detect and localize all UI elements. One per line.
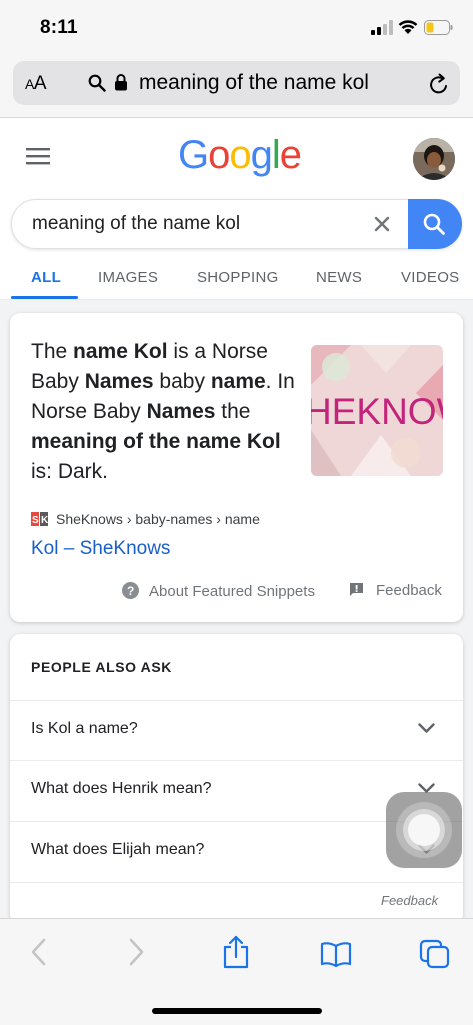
svg-text:K: K [41, 515, 48, 526]
snippet-bold-text: meaning of the name Kol [31, 430, 281, 453]
snippet-thumbnail[interactable]: HEKNOW [311, 345, 443, 476]
snippet-feedback[interactable]: Feedback [349, 582, 442, 599]
chrome-divider [0, 117, 473, 118]
cellular-signal-icon [371, 20, 393, 35]
svg-text:S: S [32, 515, 39, 526]
search-icon [423, 213, 445, 235]
logo-letter: l [271, 133, 281, 177]
tab-news[interactable]: NEWS [316, 269, 362, 286]
featured-snippet-card: The name Kol is a Norse Baby Names baby … [10, 313, 463, 622]
bookmarks-icon[interactable] [320, 941, 352, 967]
back-icon[interactable] [29, 937, 47, 967]
google-logo[interactable]: Google [178, 133, 302, 178]
tab-images[interactable]: IMAGES [98, 269, 158, 286]
logo-letter: g [250, 133, 273, 177]
search-query[interactable]: meaning of the name kol [32, 213, 240, 235]
wifi-icon [398, 20, 418, 34]
snippet-bold-text: Names [146, 400, 216, 423]
sheknows-favicon-icon: S K [31, 512, 48, 526]
search-tabs: ALL IMAGES SHOPPING NEWS VIDEOS [0, 260, 473, 300]
search-button[interactable] [408, 199, 462, 249]
feedback-icon [350, 583, 363, 596]
tab-all[interactable]: ALL [31, 269, 61, 286]
logo-letter: o [208, 133, 230, 177]
snippet-plain-text: baby [153, 370, 211, 393]
paa-title: PEOPLE ALSO ASK [31, 659, 172, 675]
paa-feedback[interactable]: Feedback [381, 893, 438, 908]
search-box[interactable]: meaning of the name kol [11, 199, 462, 249]
clear-icon[interactable] [372, 214, 392, 234]
svg-text:HEKNOW: HEKNOW [311, 391, 443, 432]
snippet-text: The name Kol is a Norse Baby Names baby … [31, 337, 301, 487]
home-indicator [152, 1008, 322, 1014]
result-link[interactable]: Kol – SheKnows [31, 538, 170, 560]
tab-videos[interactable]: VIDEOS [401, 269, 459, 286]
chevron-down-icon [418, 723, 435, 733]
assistive-touch-button[interactable] [386, 792, 462, 868]
snippet-plain-text: is: Dark. [31, 460, 109, 483]
logo-letter: o [229, 133, 251, 177]
snippet-bold-text: name Kol [73, 340, 168, 363]
logo-letter: e [279, 133, 302, 177]
battery-icon [424, 20, 453, 35]
text-size-button[interactable]: AA [25, 73, 47, 95]
address-bar[interactable]: AA meaning of the name kol [13, 61, 460, 105]
logo-letter: G [178, 133, 209, 177]
hamburger-menu-icon[interactable] [26, 146, 50, 166]
people-also-ask-card: PEOPLE ALSO ASK Is Kol a name? What does… [10, 634, 463, 924]
snippet-bold-text: Names [84, 370, 154, 393]
result-source: S K SheKnows › baby-names › name [31, 511, 260, 527]
forward-icon[interactable] [128, 937, 146, 967]
status-time: 8:11 [40, 17, 78, 38]
search-icon [88, 74, 106, 92]
snippet-bold-text: name [210, 370, 266, 393]
tab-shopping[interactable]: SHOPPING [197, 269, 279, 286]
snippet-plain-text: the [215, 400, 251, 423]
reload-icon[interactable] [429, 73, 450, 95]
url-text: meaning of the name kol [139, 71, 369, 94]
lock-icon [115, 74, 127, 91]
paa-question[interactable]: Is Kol a name? [10, 700, 463, 761]
tabs-icon[interactable] [419, 939, 451, 969]
account-avatar[interactable] [413, 138, 455, 180]
browser-chrome: 8:11 AA meaning of the name kol [0, 0, 473, 118]
share-icon[interactable] [222, 935, 250, 969]
svg-text:?: ? [127, 584, 134, 598]
help-icon: ? [122, 582, 139, 599]
snippet-plain-text: The [31, 340, 74, 363]
about-featured-snippets[interactable]: ? About Featured Snippets [122, 582, 315, 600]
